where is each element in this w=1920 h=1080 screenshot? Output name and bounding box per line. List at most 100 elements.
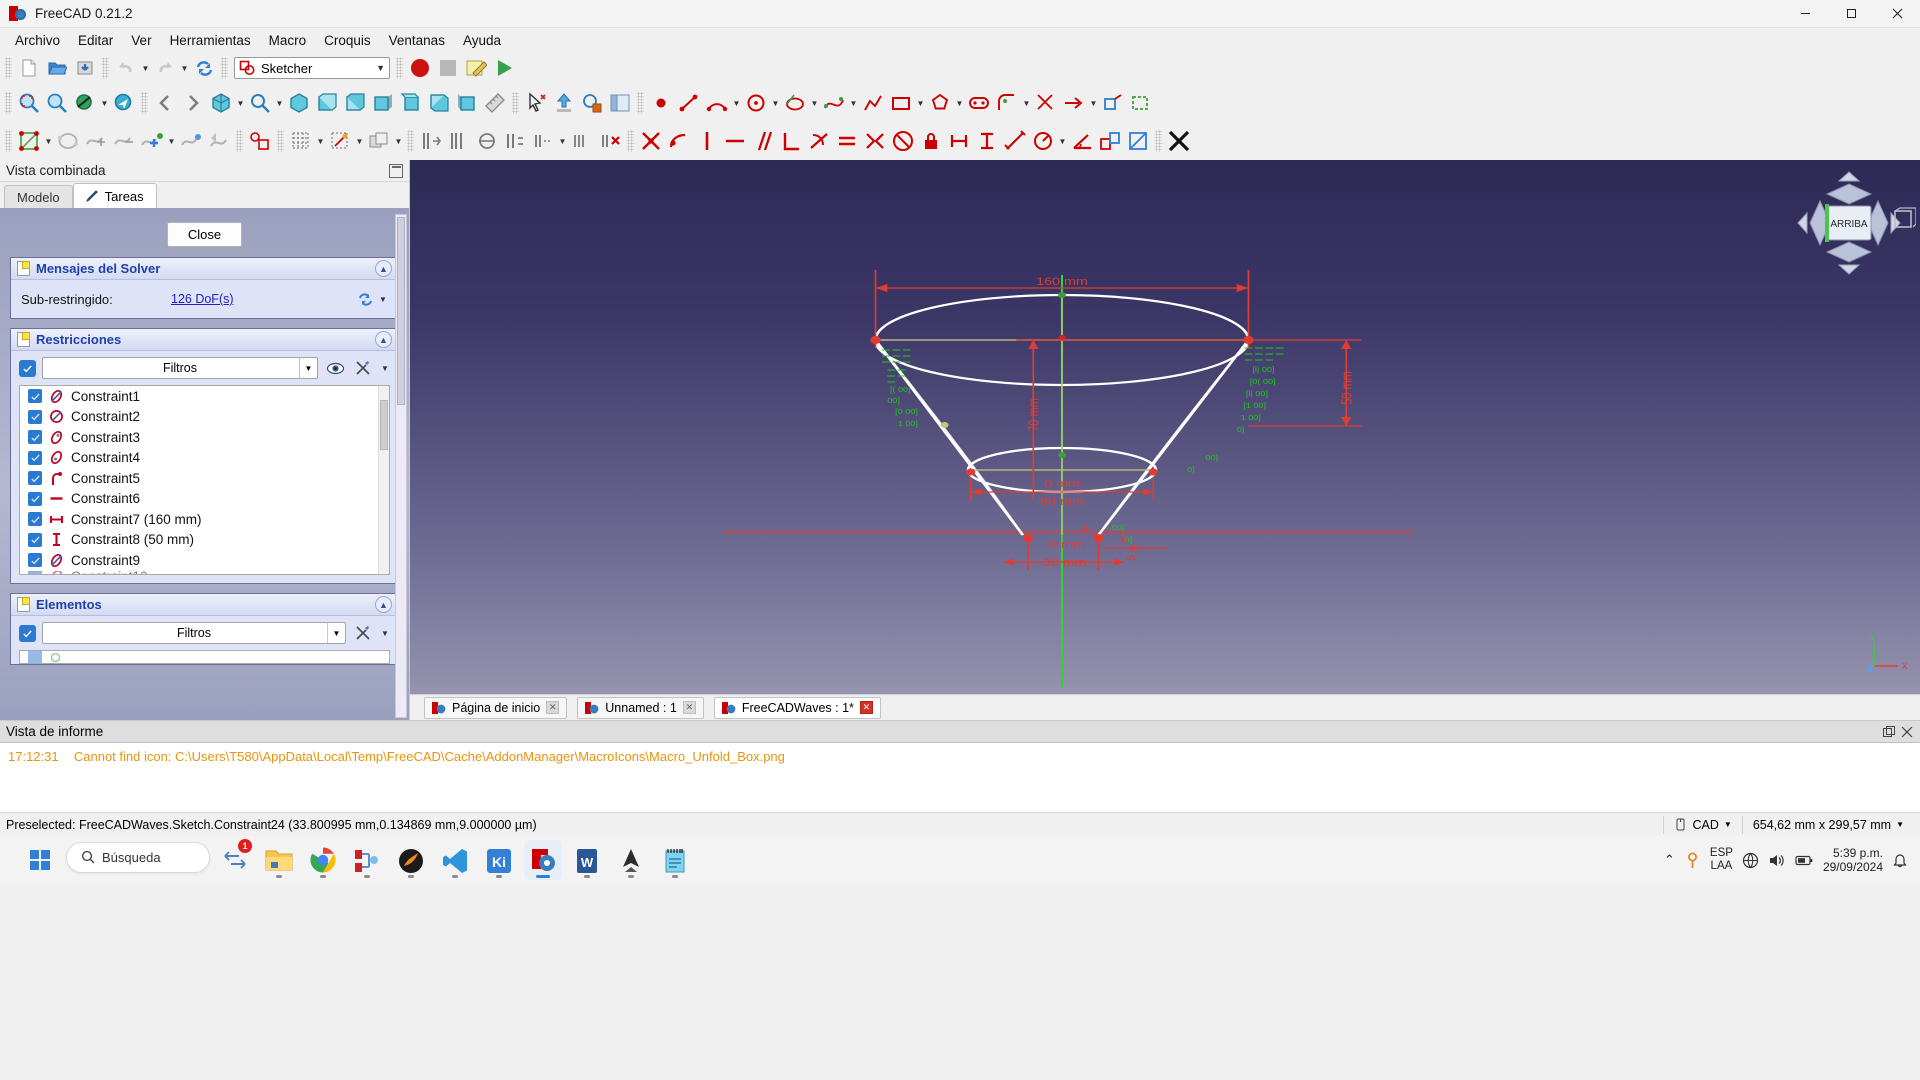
constrain-lock-icon[interactable] [917, 127, 945, 155]
top-view-icon[interactable] [341, 89, 369, 117]
toggle-grid-icon[interactable] [287, 127, 315, 155]
redo-dropdown-icon[interactable]: ▼ [179, 55, 190, 81]
create-arc-icon[interactable] [703, 89, 731, 117]
create-polygon-dropdown-icon[interactable]: ▼ [954, 90, 965, 116]
file-explorer-icon[interactable] [260, 840, 298, 880]
validate-sketch-icon[interactable] [82, 127, 110, 155]
freecad-icon[interactable] [524, 840, 562, 880]
windows-start-icon[interactable] [22, 840, 60, 880]
constrain-distance-icon[interactable] [1001, 127, 1029, 155]
measure-icon[interactable] [481, 89, 509, 117]
select-dropdown-icon[interactable]: ▼ [557, 128, 568, 154]
constrain-horizontal-icon[interactable] [721, 127, 749, 155]
tab-modelo[interactable]: Modelo [4, 185, 73, 208]
menu-ventanas[interactable]: Ventanas [380, 30, 454, 51]
macro-edit-icon[interactable] [462, 54, 490, 82]
detach-sketch-icon[interactable] [177, 127, 205, 155]
create-bspline-dropdown-icon[interactable]: ▼ [848, 90, 859, 116]
delete-icon[interactable] [1165, 127, 1193, 155]
close-icon[interactable]: ✕ [682, 701, 696, 714]
list-item[interactable]: Constraint9 [20, 550, 389, 571]
constraints-list[interactable]: Constraint1 Constraint2 Constraint3 Cons… [19, 385, 390, 575]
view-section-icon[interactable] [246, 127, 274, 155]
navigation-style-icon[interactable] [110, 89, 138, 117]
navigation-cube[interactable]: ARRIBA [1796, 170, 1902, 276]
select-elements-icon[interactable] [445, 127, 473, 155]
report-view-body[interactable]: 17:12:31 Cannot find icon: C:\Users\T580… [0, 743, 1920, 812]
toolbar-grip-3[interactable] [221, 57, 228, 79]
fit-all-icon[interactable] [15, 89, 43, 117]
elements-header[interactable]: Elementos ▲ [11, 594, 398, 616]
constraint-visibility-checkbox[interactable] [28, 409, 42, 424]
view-forward-icon[interactable] [179, 89, 207, 117]
constraints-settings-icon[interactable] [352, 357, 374, 379]
create-rectangle-icon[interactable] [887, 89, 915, 117]
front-view-icon[interactable] [313, 89, 341, 117]
constrain-parallel-icon[interactable] [749, 127, 777, 155]
scene-inspector-icon[interactable] [606, 89, 634, 117]
draw-style-icon[interactable] [71, 89, 99, 117]
toolbar-grip-14[interactable] [1155, 130, 1162, 152]
tab-tareas[interactable]: Tareas [72, 183, 157, 208]
constraint-visibility-checkbox[interactable] [28, 430, 42, 445]
report-close-icon[interactable] [1900, 725, 1914, 739]
constrain-radius-icon[interactable] [1029, 127, 1057, 155]
render-order-icon[interactable] [365, 127, 393, 155]
visibility-eye-icon[interactable] [324, 357, 346, 379]
menu-ver[interactable]: Ver [122, 30, 160, 51]
merge-sketch-icon[interactable] [110, 127, 138, 155]
left-view-icon[interactable] [453, 89, 481, 117]
constrain-vertical-icon[interactable] [693, 127, 721, 155]
toolbar-grip-2[interactable] [102, 57, 109, 79]
list-item[interactable] [20, 651, 389, 663]
menu-herramientas[interactable]: Herramientas [161, 30, 260, 51]
close-icon[interactable]: ✕ [859, 701, 873, 714]
menu-archivo[interactable]: Archivo [6, 30, 69, 51]
elements-settings-dropdown-icon[interactable]: ▼ [380, 629, 390, 638]
axonometric-view-icon[interactable] [285, 89, 313, 117]
select-constraints-icon[interactable] [417, 127, 445, 155]
dof-link[interactable]: 126 DoF(s) [171, 292, 234, 306]
export-icon[interactable] [550, 89, 578, 117]
toolbar-grip-9[interactable] [5, 130, 12, 152]
constrain-block-icon[interactable] [889, 127, 917, 155]
chrome-icon[interactable] [304, 840, 342, 880]
constrain-tangent-icon[interactable] [805, 127, 833, 155]
dock-float-icon[interactable] [389, 163, 403, 178]
select-redundant-icon[interactable] [501, 127, 529, 155]
create-point-icon[interactable] [647, 89, 675, 117]
radius-dropdown-icon[interactable]: ▼ [1057, 128, 1068, 154]
toolbar-grip-12[interactable] [407, 130, 414, 152]
list-item[interactable]: Constraint10 [20, 570, 389, 574]
constrain-equal-icon[interactable] [833, 127, 861, 155]
list-item[interactable]: Constraint2 [20, 407, 389, 428]
undo-icon[interactable] [112, 54, 140, 82]
constraint-visibility-checkbox[interactable] [28, 532, 42, 547]
external-geometry-icon[interactable] [1099, 89, 1127, 117]
element-visibility-checkbox[interactable] [28, 651, 42, 663]
chevron-up-icon[interactable]: ▲ [375, 260, 392, 277]
view-back-icon[interactable] [151, 89, 179, 117]
constraint-visibility-checkbox[interactable] [28, 491, 42, 506]
undo-dropdown-icon[interactable]: ▼ [140, 55, 151, 81]
trim-edge-icon[interactable] [1032, 89, 1060, 117]
constrain-symmetric-icon[interactable] [861, 127, 889, 155]
search-pill[interactable]: Búsqueda [66, 841, 210, 873]
elements-filter-combo[interactable]: Filtros ▼ [42, 622, 346, 644]
auto-update-icon[interactable] [354, 288, 376, 310]
view-iso-dropdown-icon[interactable]: ▼ [235, 90, 246, 116]
view-isometric-icon[interactable] [207, 89, 235, 117]
grid-dropdown-icon[interactable]: ▼ [315, 128, 326, 154]
extend-edge-icon[interactable] [1060, 89, 1088, 117]
unit-system-selector[interactable]: CAD ▼ [1663, 815, 1741, 834]
constraints-list-scrollbar[interactable] [378, 386, 389, 574]
toggle-snap-icon[interactable] [326, 127, 354, 155]
rear-view-icon[interactable] [397, 89, 425, 117]
constrain-vertical-distance-icon[interactable] [973, 127, 1001, 155]
constrain-point-on-object-icon[interactable] [665, 127, 693, 155]
mdi-tab-freecadwaves[interactable]: FreeCADWaves : 1* ✕ [713, 696, 881, 719]
create-rectangle-dropdown-icon[interactable]: ▼ [915, 90, 926, 116]
list-item[interactable]: Constraint1 [20, 386, 389, 407]
toolbar-grip-8[interactable] [637, 92, 644, 114]
toolbar-grip-10[interactable] [236, 130, 243, 152]
